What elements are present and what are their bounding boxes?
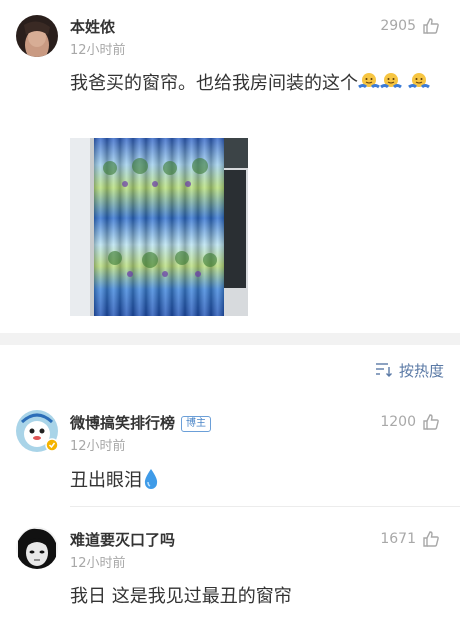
avatar[interactable]: [16, 15, 58, 57]
like-count: 1200: [380, 414, 416, 430]
shrug-emoji-icon: [358, 71, 380, 102]
username[interactable]: 微博搞笑排行榜 博主: [70, 412, 212, 433]
thumb-up-icon: [422, 413, 440, 431]
timestamp: 12小时前: [70, 439, 126, 454]
comment-separator: [70, 506, 460, 507]
username[interactable]: 难道要灭口了吗: [70, 529, 175, 550]
section-divider: [0, 333, 460, 345]
avatar[interactable]: [16, 410, 59, 452]
comment-item: 微博搞笑排行榜 博主 12小时前 1200 丑出眼泪: [0, 395, 460, 505]
comment-text: 我爸买的窗帘。也给我房间装的这个: [70, 70, 444, 102]
comment-text: 我日 这是我见过最丑的窗帘: [70, 586, 292, 607]
like-button[interactable]: 1200: [380, 413, 440, 431]
username-text: 微博搞笑排行榜: [70, 414, 176, 432]
shrug-emoji-icon: [380, 71, 402, 102]
author-badge: 博主: [181, 416, 212, 432]
like-button[interactable]: 1671: [380, 530, 440, 548]
timestamp: 12小时前: [70, 43, 126, 58]
comment-item: 难道要灭口了吗 12小时前 1671 我日 这是我见过最丑的窗帘: [0, 512, 460, 617]
like-button[interactable]: 2905: [380, 17, 440, 35]
timestamp: 12小时前: [70, 556, 126, 571]
like-count: 2905: [380, 18, 416, 34]
shrug-emoji-icon: [407, 71, 430, 102]
like-count: 1671: [380, 531, 416, 547]
thumb-up-icon: [422, 530, 440, 548]
comment-photo[interactable]: [70, 138, 248, 316]
sort-icon: [375, 361, 393, 381]
sort-label: 按热度: [398, 362, 444, 380]
water-drop-icon: [142, 468, 160, 499]
avatar[interactable]: [16, 527, 58, 569]
comment-item: 本姓侬 12小时前 2905 我爸买的窗帘。也给我房间装的这个: [0, 0, 460, 333]
comment-text: 丑出眼泪: [70, 467, 160, 499]
sort-button[interactable]: 按热度: [375, 360, 444, 381]
thumb-up-icon: [422, 17, 440, 35]
username[interactable]: 本姓侬: [70, 16, 115, 37]
